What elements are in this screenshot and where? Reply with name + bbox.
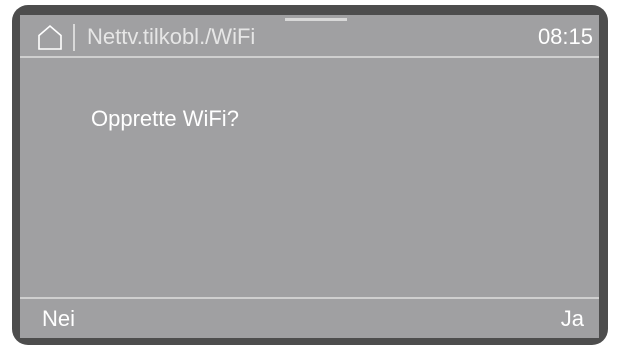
title-separator [73,24,75,51]
footer-divider [20,297,599,299]
dialog-question: Opprette WiFi? [91,106,239,131]
no-button[interactable]: Nei [42,305,75,333]
display-screen: Nettv.tilkobl./WiFi 08:15 Opprette WiFi?… [20,15,599,338]
top-indicator-bar [285,18,347,21]
screen-title: Nettv.tilkobl./WiFi [87,24,256,49]
clock: 08:15 [537,24,593,49]
header-divider [20,56,599,58]
status-bar: Nettv.tilkobl./WiFi 08:15 [20,15,599,56]
home-icon[interactable] [36,23,64,51]
yes-button[interactable]: Ja [561,305,584,333]
